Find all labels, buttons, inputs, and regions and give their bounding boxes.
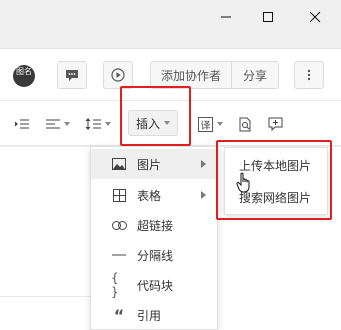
caret-down-icon: [64, 122, 70, 126]
play-icon: [111, 68, 125, 82]
hand-cursor-icon: [236, 172, 250, 193]
outdent-button[interactable]: [15, 115, 29, 133]
add-collaborator-label: 添加协作者: [160, 68, 221, 83]
caret-down-icon: [217, 122, 223, 126]
avatar[interactable]: 图名: [13, 65, 35, 87]
menu-item-label: 图片: [137, 157, 162, 172]
window-titlebar: [0, 0, 341, 34]
chevron-right-icon: [201, 160, 206, 168]
find-replace-button[interactable]: [238, 115, 253, 133]
maximize-button[interactable]: [254, 4, 282, 30]
indent-icon: [15, 119, 29, 129]
translate-dropdown[interactable]: 译: [198, 115, 223, 133]
image-icon: [111, 156, 127, 172]
comment-icon: [66, 69, 78, 81]
caret-down-icon: [164, 121, 170, 125]
share-button[interactable]: 分享: [231, 61, 279, 89]
align-dropdown[interactable]: [46, 115, 70, 133]
link-icon: [111, 217, 127, 233]
avatar-text: 图名: [16, 67, 32, 76]
divider-icon: [111, 247, 127, 263]
menu-item-quote[interactable]: “ 引用: [91, 300, 217, 330]
menu-item-image[interactable]: 图片: [91, 149, 217, 179]
menu-item-hyperlink[interactable]: 超链接: [91, 210, 217, 240]
code-block-icon: { }: [111, 271, 119, 299]
add-collaborator-button[interactable]: 添加协作者: [150, 61, 232, 89]
quote-icon: “: [113, 305, 125, 325]
translate-icon: 译: [198, 116, 213, 132]
align-left-icon: [46, 119, 60, 129]
insert-menu: 图片 表格 超链接 分隔线 { } 代码块 “ 引用: [90, 146, 218, 330]
caret-down-icon: [105, 122, 111, 126]
insert-button[interactable]: 插入: [128, 110, 178, 136]
more-button[interactable]: [294, 61, 324, 89]
menu-item-label: 引用: [137, 308, 162, 323]
document-search-icon: [239, 117, 251, 131]
submenu-item-label: 上传本地图片: [239, 158, 312, 173]
divider: [0, 296, 92, 297]
minimize-button[interactable]: [212, 4, 240, 30]
add-comment-icon: [268, 117, 283, 131]
play-button[interactable]: [103, 61, 133, 89]
comment-button[interactable]: [57, 61, 87, 89]
more-vertical-icon: [307, 69, 311, 81]
document-header-toolbar: 图名 添加协作者 分享: [0, 48, 341, 100]
menu-item-code-block[interactable]: { } 代码块: [91, 270, 217, 300]
menu-item-divider[interactable]: 分隔线: [91, 240, 217, 270]
menu-item-label: 表格: [137, 188, 162, 203]
menu-item-table[interactable]: 表格: [91, 180, 217, 210]
maximize-icon: [263, 12, 273, 22]
menu-item-label: 代码块: [137, 278, 174, 293]
minimize-icon: [221, 16, 231, 18]
menu-item-label: 分隔线: [137, 248, 174, 263]
insert-label: 插入: [135, 116, 160, 131]
add-comment-button[interactable]: [268, 115, 283, 133]
share-label: 分享: [242, 68, 267, 83]
table-icon: [111, 187, 127, 203]
close-icon: [309, 11, 321, 23]
close-button[interactable]: [301, 4, 329, 30]
line-spacing-dropdown[interactable]: [85, 115, 111, 133]
menu-item-label: 超链接: [137, 218, 174, 233]
line-spacing-icon: [85, 118, 101, 130]
chevron-right-icon: [201, 191, 206, 199]
